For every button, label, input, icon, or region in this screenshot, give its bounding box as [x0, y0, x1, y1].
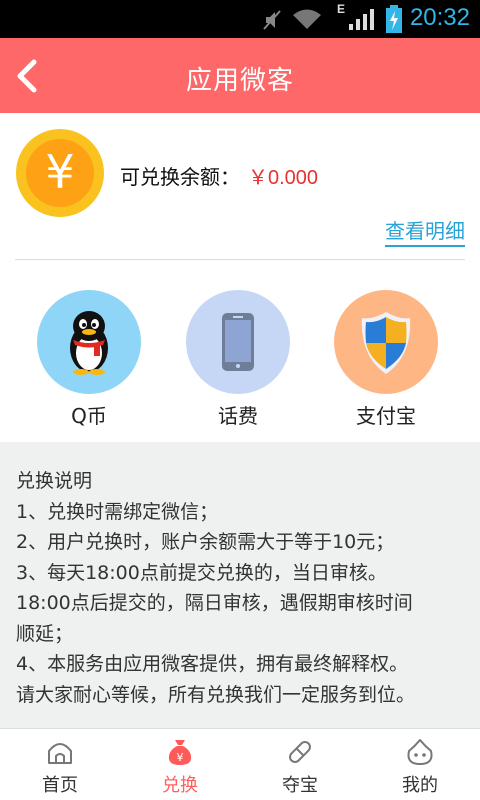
coin-symbol: ¥: [45, 145, 75, 199]
instruction-line: 3、每天18:00点前提交兑换的，当日审核。: [16, 561, 387, 584]
exchange-options: Q币 话费 支付宝: [0, 262, 480, 442]
signal-icon: [349, 9, 374, 30]
option-label: 话费: [218, 404, 258, 428]
tab-label: 首页: [42, 775, 78, 796]
instruction-line: 18:00点后提交的，隔日审核，遇假期审核时间: [16, 592, 413, 614]
tab-label: 我的: [402, 775, 438, 796]
balance-label: 可兑换余额：: [120, 165, 240, 189]
tab-mine[interactable]: 我的: [360, 729, 480, 800]
coin-icon: ¥: [16, 129, 104, 217]
option-label: 支付宝: [356, 404, 416, 428]
option-alipay[interactable]: 支付宝: [334, 290, 438, 429]
shield-icon: [334, 290, 438, 394]
home-icon: [48, 743, 72, 764]
view-details-link[interactable]: 查看明细: [385, 215, 465, 247]
exchange-instructions: 兑换说明 1、兑换时需绑定微信； 2、用户兑换时，账户余额需大于等于10元； 3…: [0, 442, 480, 728]
face-icon: [407, 739, 433, 765]
svg-text:¥: ¥: [177, 751, 184, 764]
money-bag-icon: ¥: [168, 740, 192, 765]
clock: 20:32: [409, 4, 470, 31]
battery-charging-icon: [386, 5, 402, 33]
balance-value: ￥0.000: [248, 167, 319, 189]
tab-label: 兑换: [162, 775, 198, 796]
penguin-icon: [37, 290, 141, 394]
status-bar: E 20:32: [0, 0, 480, 38]
mute-icon: [263, 10, 281, 30]
instruction-line: 2、用户兑换时，账户余额需大于等于10元；: [16, 531, 395, 553]
app-header: 应用微客: [0, 38, 480, 113]
network-type: E: [337, 2, 346, 16]
instructions-title: 兑换说明: [16, 470, 93, 492]
tab-label: 夺宝: [282, 775, 318, 796]
phone-icon: [186, 290, 290, 394]
tab-exchange[interactable]: ¥ 兑换: [120, 729, 240, 800]
page-title: 应用微客: [185, 66, 294, 96]
option-qcoin[interactable]: Q币: [37, 290, 141, 429]
instruction-line: 顺延；: [16, 622, 74, 645]
divider: [15, 259, 465, 260]
balance-card: ¥ 可兑换余额： ￥0.000 查看明细: [0, 113, 480, 260]
tab-treasure[interactable]: 夺宝: [240, 729, 360, 800]
instruction-line: 4、本服务由应用微客提供，拥有最终解释权。: [16, 653, 409, 675]
capsule-icon: [289, 741, 311, 763]
tab-home[interactable]: 首页: [0, 729, 120, 800]
option-label: Q币: [71, 404, 107, 428]
wifi-icon: [293, 9, 321, 29]
option-phone-credit[interactable]: 话费: [186, 290, 290, 429]
bottom-tab-bar: 首页 ¥ 兑换 夺宝 我的: [0, 728, 480, 800]
instruction-line: 1、兑换时需绑定微信；: [16, 500, 219, 523]
instruction-line: 请大家耐心等候，所有兑换我们一定服务到位。: [16, 683, 416, 706]
